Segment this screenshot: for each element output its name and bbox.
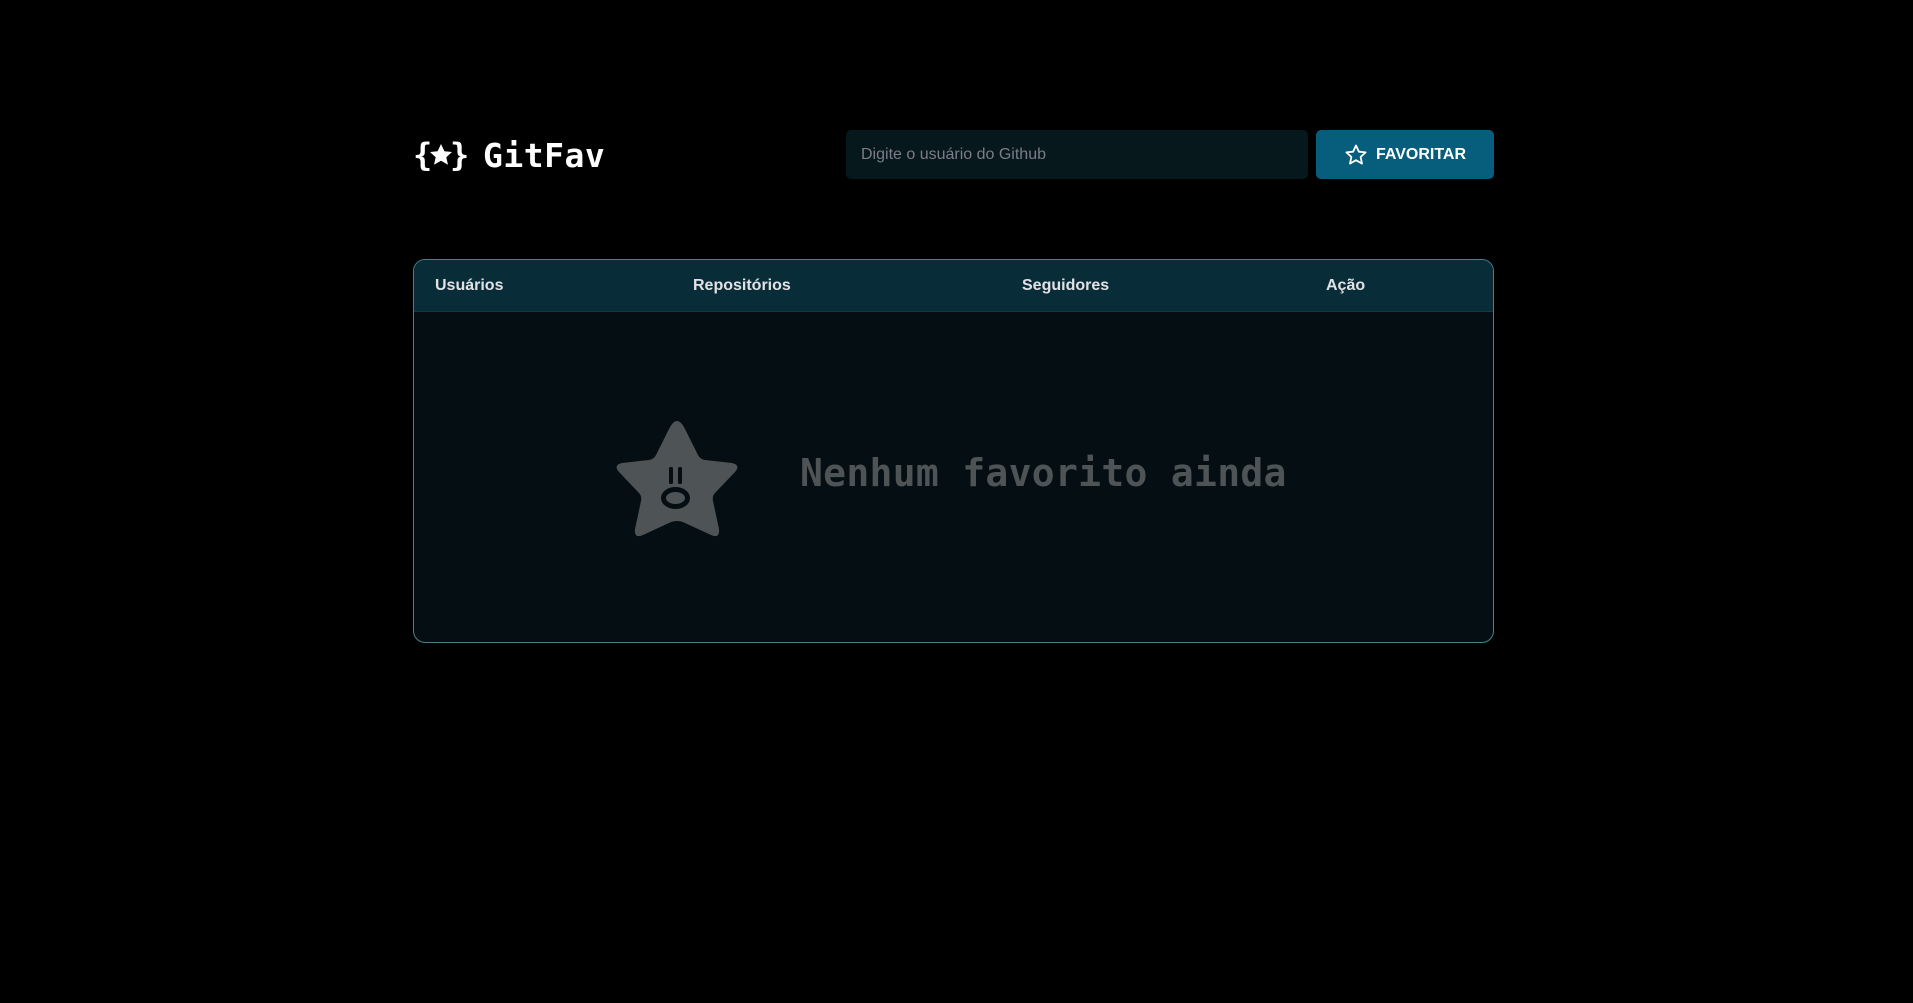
empty-state: Nenhum favorito ainda: [414, 311, 1493, 642]
sad-star-icon: [607, 411, 747, 546]
column-header-users: Usuários: [435, 277, 504, 294]
search-input[interactable]: [846, 130, 1308, 179]
braces-star-icon: { }: [413, 135, 469, 175]
favorite-button-label: FAVORITAR: [1375, 145, 1467, 163]
logo: { } GitFav: [413, 135, 605, 175]
empty-state-message: Nenhum favorito ainda: [800, 451, 1287, 495]
favorites-table: Usuários Repositórios Seguidores Ação Ne…: [413, 259, 1494, 643]
favorite-button[interactable]: FAVORITAR: [1316, 130, 1494, 179]
app-name: GitFav: [483, 135, 606, 175]
header: { } GitFav FAVORITAR: [413, 130, 1494, 180]
column-header-repositories: Repositórios: [693, 277, 791, 294]
table-header: Usuários Repositórios Seguidores Ação: [414, 260, 1493, 312]
app-root: { } GitFav FAVORITAR Usuários Repositóri…: [0, 0, 1913, 1003]
svg-text:{: {: [413, 136, 432, 174]
star-outline-icon: [1344, 143, 1368, 167]
column-header-action: Ação: [1326, 277, 1366, 294]
column-header-followers: Seguidores: [1022, 277, 1110, 294]
svg-text:}: }: [450, 136, 469, 174]
